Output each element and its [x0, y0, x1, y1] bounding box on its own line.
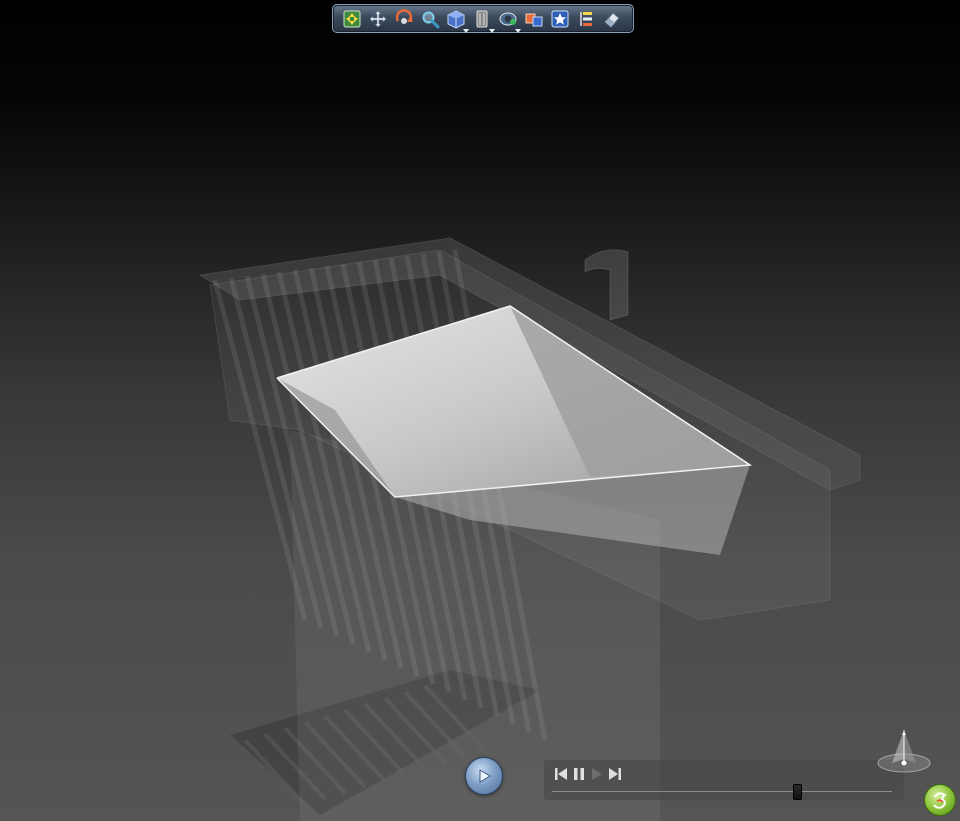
- chevron-down-icon[interactable]: [489, 28, 495, 33]
- rotate-icon: [395, 8, 413, 24]
- material-eye-button[interactable]: [497, 8, 521, 33]
- rotate-button[interactable]: [393, 8, 415, 30]
- next-frame-button[interactable]: [608, 766, 622, 782]
- previous-frame-button[interactable]: [554, 766, 568, 782]
- compass-icon[interactable]: [872, 726, 934, 776]
- zoom-button[interactable]: [419, 8, 441, 30]
- play-button[interactable]: [465, 757, 503, 795]
- favorite-star-button[interactable]: [549, 8, 571, 30]
- view-cube-icon: [447, 9, 465, 29]
- animation-icon: [525, 13, 543, 26]
- fit-all-button[interactable]: [341, 8, 363, 30]
- specification-tree-icon: [580, 11, 592, 26]
- 3dvia-logo-icon: [933, 792, 947, 809]
- 3d-model-scene[interactable]: [0, 0, 960, 821]
- animation-button[interactable]: [523, 8, 545, 30]
- specification-tree-button[interactable]: [575, 8, 597, 30]
- animation-controls: [544, 760, 904, 800]
- fit-all-icon: [343, 10, 361, 27]
- pan-icon: [369, 10, 387, 27]
- play-step-icon: [592, 768, 602, 780]
- render-style-button[interactable]: [471, 8, 495, 33]
- view-cube-button[interactable]: [445, 8, 469, 33]
- eraser-icon: [604, 11, 620, 28]
- previous-frame-icon: [555, 768, 567, 780]
- chevron-down-icon[interactable]: [463, 28, 469, 33]
- timeline-track[interactable]: [552, 791, 892, 792]
- zoom-icon: [422, 11, 440, 28]
- eraser-button[interactable]: [601, 8, 623, 30]
- viewer-toolbar: [332, 4, 634, 33]
- favorite-star-icon: [551, 10, 569, 27]
- material-eye-icon: [499, 12, 517, 25]
- pause-icon: [574, 768, 584, 780]
- pan-button[interactable]: [367, 8, 389, 30]
- pause-button[interactable]: [572, 766, 586, 782]
- 3dvia-logo[interactable]: [924, 784, 956, 816]
- 3d-viewport[interactable]: [0, 0, 960, 821]
- play-step-button[interactable]: [590, 766, 604, 782]
- render-style-icon: [476, 10, 488, 27]
- chevron-down-icon[interactable]: [515, 28, 521, 33]
- play-icon: [479, 769, 491, 783]
- timeline-slider-thumb[interactable]: [792, 784, 802, 800]
- next-frame-icon: [609, 768, 621, 780]
